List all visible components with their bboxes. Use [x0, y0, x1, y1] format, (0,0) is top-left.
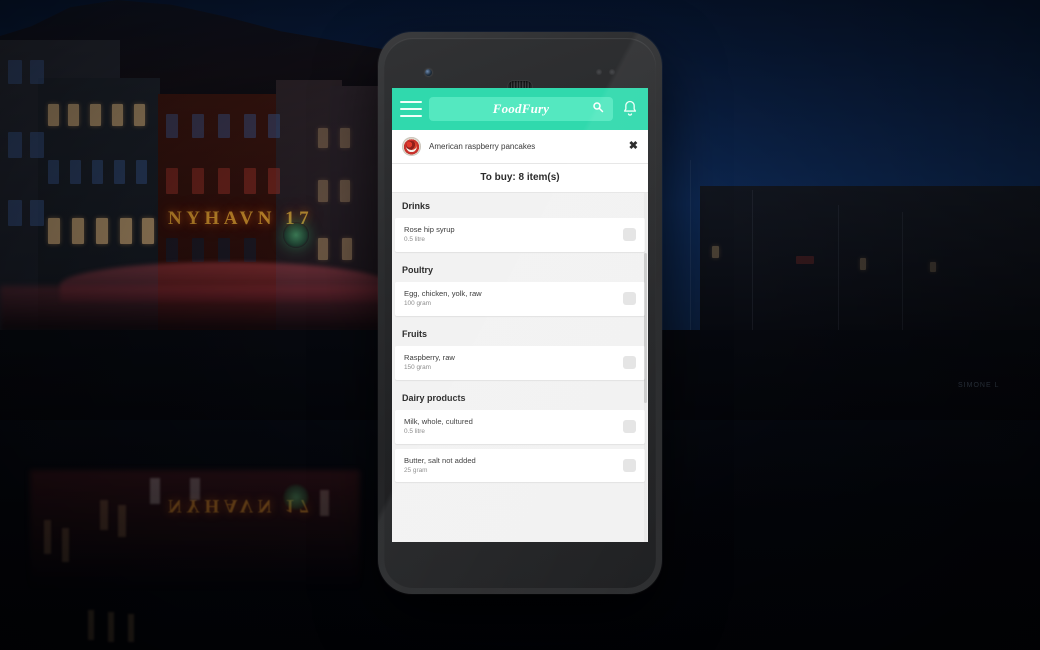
app-bar: FoodFury	[392, 88, 648, 130]
hamburger-menu-icon[interactable]	[400, 101, 422, 117]
grocery-item[interactable]: Butter, salt not added 25 gram	[395, 448, 645, 483]
grocery-item-checkbox[interactable]	[623, 459, 636, 472]
bell-icon[interactable]	[620, 99, 640, 119]
grocery-item[interactable]: Egg, chicken, yolk, raw 100 gram	[395, 281, 645, 316]
grocery-item-checkbox[interactable]	[623, 420, 636, 434]
grocery-item-text: Egg, chicken, yolk, raw 100 gram	[404, 289, 623, 309]
grocery-item-quantity: 150 gram	[404, 364, 431, 372]
grocery-item-text: Rose hip syrup 0.5 litre	[404, 225, 623, 245]
grocery-item-name: Milk, whole, cultured	[404, 416, 473, 426]
grocery-item-name: Butter, salt not added	[404, 455, 476, 465]
section-header: Fruits	[392, 320, 648, 346]
grocery-item-quantity: 0.5 litre	[404, 427, 425, 435]
grocery-item-quantity: 0.5 litre	[404, 236, 425, 244]
grocery-item-quantity: 100 gram	[404, 300, 431, 308]
grocery-item-text: Milk, whole, cultured 0.5 litre	[404, 417, 623, 437]
section-header: Drinks	[392, 193, 648, 218]
grocery-item-name: Egg, chicken, yolk, raw	[404, 288, 482, 298]
grocery-list[interactable]: Drinks Rose hip syrup 0.5 litre Poultry Egg,…	[392, 193, 648, 542]
phone-chin	[392, 546, 648, 580]
phone-screen: FoodFury American raspberry pancakes ✖ T…	[392, 88, 648, 542]
search-input[interactable]: FoodFury	[429, 97, 613, 121]
close-icon[interactable]: ✖	[629, 141, 638, 152]
section-header: Dairy products	[392, 384, 648, 410]
grocery-item-name: Rose hip syrup	[404, 225, 455, 234]
boat-name-label-1: SIMONE L	[958, 382, 1000, 389]
section-header: Poultry	[392, 256, 648, 282]
grocery-item[interactable]: Rose hip syrup 0.5 litre	[395, 218, 645, 252]
app-title: FoodFury	[492, 101, 550, 116]
light-sensor-icon	[609, 69, 615, 75]
grocery-item-text: Butter, salt not added 25 gram	[404, 456, 623, 476]
grocery-item[interactable]: Raspberry, raw 150 gram	[395, 345, 645, 380]
grocery-item-checkbox[interactable]	[623, 292, 636, 306]
recipe-thumbnail	[402, 137, 421, 156]
recipe-name: American raspberry pancakes	[429, 142, 536, 151]
grocery-item-quantity: 25 gram	[404, 466, 428, 474]
proximity-sensor-icon	[596, 69, 602, 75]
grocery-item-text: Raspberry, raw 150 gram	[404, 353, 623, 373]
phone-device: FoodFury American raspberry pancakes ✖ T…	[378, 32, 662, 594]
recipe-header-row[interactable]: American raspberry pancakes ✖	[392, 130, 648, 164]
grocery-item-name: Raspberry, raw	[404, 352, 455, 362]
distant-buildings	[700, 186, 1040, 330]
search-icon[interactable]	[592, 100, 604, 118]
green-neon-reflection	[283, 484, 309, 510]
grocery-item[interactable]: Milk, whole, cultured 0.5 litre	[395, 409, 645, 444]
to-buy-summary: To buy: 8 item(s)	[392, 164, 648, 193]
street-crowd	[0, 286, 400, 332]
scrollbar-thumb[interactable]	[644, 253, 647, 403]
green-neon-sign	[283, 222, 309, 248]
grocery-item-checkbox[interactable]	[623, 356, 636, 370]
front-camera-icon	[425, 69, 432, 76]
grocery-item-checkbox[interactable]	[623, 228, 636, 242]
